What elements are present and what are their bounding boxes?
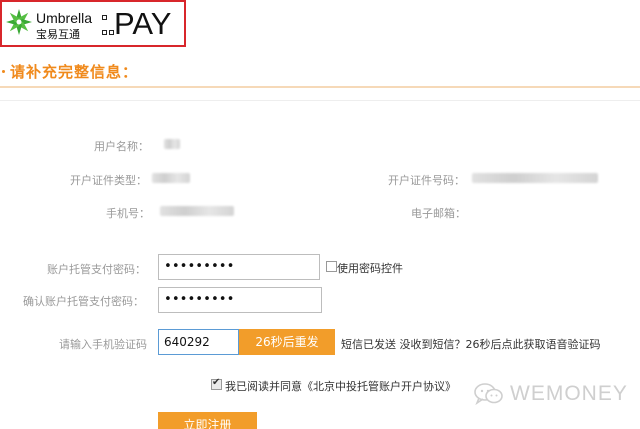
sms-code-input[interactable]: 640292 <box>158 329 239 355</box>
phone-value-redacted <box>160 206 234 216</box>
sms-sent-note[interactable]: 短信已发送 没收到短信？26秒后点此获取语音验证码 <box>341 336 601 352</box>
watermark-text: WEMONEY <box>510 382 628 405</box>
id-type-label: 开户证件类型： <box>70 174 147 187</box>
section-header: 请补充完整信息： <box>0 60 138 82</box>
confirm-password-label: 确认账户托管支付密码： <box>23 295 144 308</box>
agreement-checkbox[interactable] <box>211 377 222 390</box>
section-title: 请补充完整信息： <box>10 62 139 81</box>
umbrella-pay-logo: Umbrella 宝易互通 PAY <box>0 0 186 47</box>
use-password-control-label: 使用密码控件 <box>337 262 403 275</box>
use-password-control-checkbox[interactable] <box>326 261 337 272</box>
confirm-password-input[interactable]: ••••••••• <box>158 287 322 313</box>
username-label: 用户名称： <box>94 140 149 153</box>
phone-label: 手机号： <box>106 207 150 220</box>
green-star-logo-icon <box>6 9 32 35</box>
wemoney-watermark: WEMONEY <box>474 379 628 409</box>
wechat-icon <box>474 383 503 406</box>
logo-brand-en: Umbrella <box>36 10 93 26</box>
logo-square-mark <box>102 15 114 20</box>
username-value-redacted <box>164 139 180 149</box>
bullet-icon <box>2 69 5 73</box>
logo-square-mark <box>102 30 114 35</box>
sms-code-label: 请输入手机验证码 <box>59 338 147 351</box>
section-divider <box>0 86 640 88</box>
resend-code-button[interactable]: 26秒后重发 <box>239 329 335 355</box>
logo-brand-cn: 宝易互通 <box>36 28 80 41</box>
register-button[interactable]: 立即注册 <box>158 412 257 429</box>
id-type-value-redacted <box>152 173 190 183</box>
id-number-value-redacted <box>472 173 598 183</box>
payment-password-label: 账户托管支付密码： <box>47 263 146 276</box>
payment-password-input[interactable]: ••••••••• <box>158 254 320 280</box>
email-label: 电子邮箱： <box>411 207 466 220</box>
agreement-text[interactable]: 我已阅读并同意《北京中投托管账户开户协议》 <box>225 378 456 394</box>
id-number-label: 开户证件号码： <box>388 174 465 187</box>
logo-brand-pay: PAY <box>114 6 172 41</box>
divider <box>0 100 640 101</box>
